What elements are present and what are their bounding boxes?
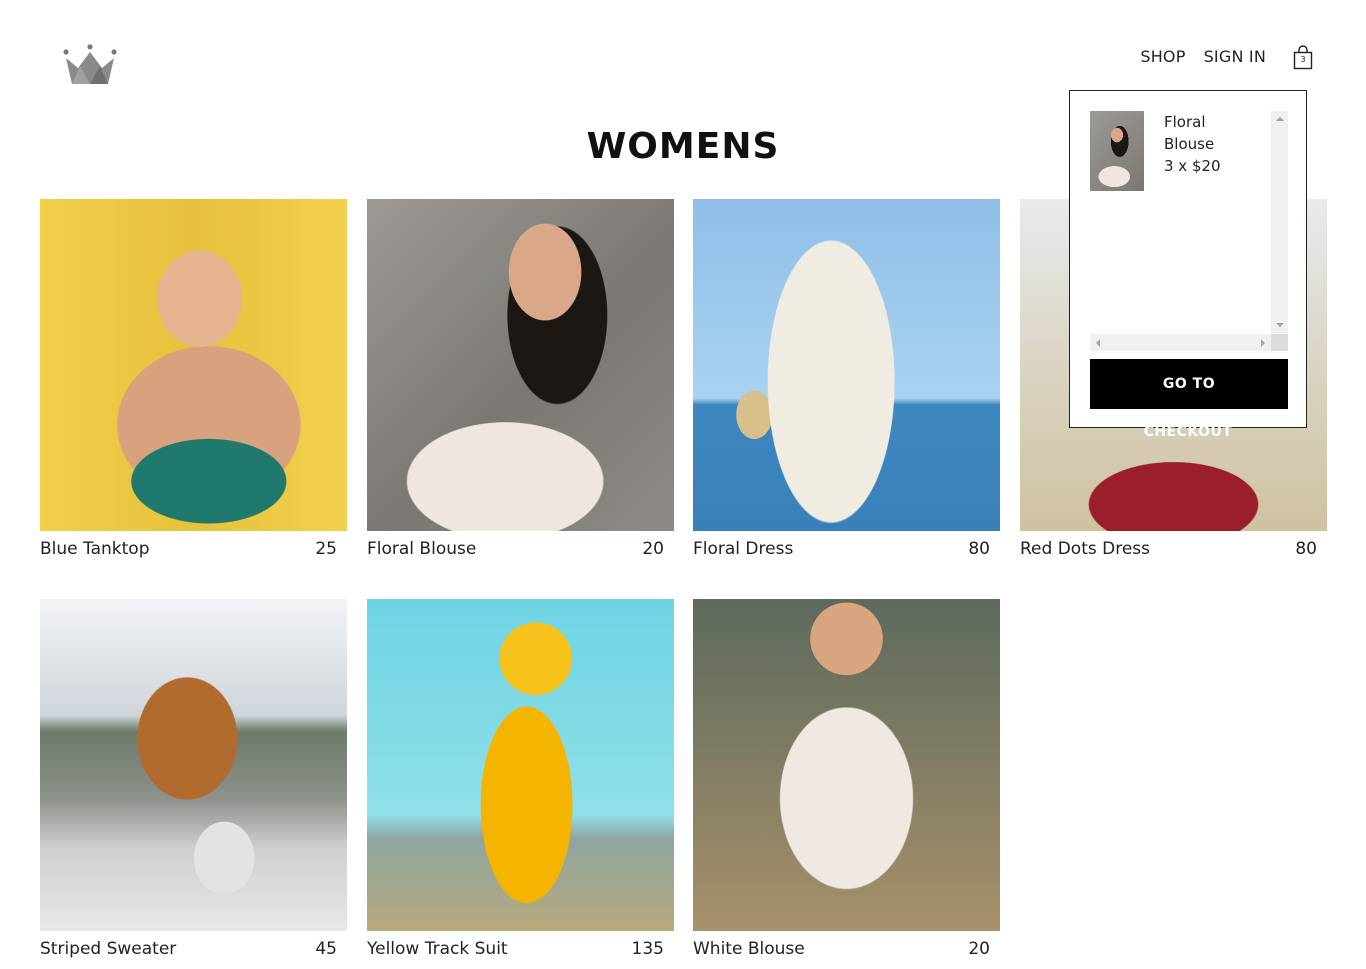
product-info: Blue Tanktop 25: [40, 538, 347, 560]
product-price: 20: [968, 939, 990, 959]
product-card[interactable]: White Blouse 20: [693, 599, 1000, 960]
product-name: Floral Blouse: [367, 539, 477, 559]
product-image[interactable]: [367, 599, 674, 931]
product-image[interactable]: [40, 199, 347, 531]
product-image[interactable]: [367, 199, 674, 531]
nav-sign-in-link[interactable]: SIGN IN: [1204, 46, 1266, 68]
product-image[interactable]: [40, 599, 347, 931]
vertical-scrollbar[interactable]: [1271, 111, 1288, 333]
product-card[interactable]: Blue Tanktop 25: [40, 199, 347, 560]
product-name: Floral Dress: [693, 539, 794, 559]
checkout-button-overflow-text: CHECKOUT: [1143, 424, 1233, 440]
product-price: 25: [315, 539, 337, 559]
crown-logo-icon[interactable]: [62, 44, 118, 86]
cart-count-badge: 3: [1300, 55, 1306, 64]
product-name: Red Dots Dress: [1020, 539, 1150, 559]
scrollbar-corner: [1271, 334, 1288, 351]
product-card[interactable]: Floral Dress 80: [693, 199, 1000, 560]
product-name: Striped Sweater: [40, 939, 177, 959]
scroll-down-icon[interactable]: [1276, 323, 1284, 327]
product-info: White Blouse 20: [693, 938, 1000, 960]
main-nav: SHOP SIGN IN 3: [1122, 44, 1314, 70]
scroll-left-icon[interactable]: [1096, 339, 1100, 347]
product-image[interactable]: [693, 199, 1000, 531]
cart-item: Floral Blouse 3 x $20: [1090, 111, 1288, 191]
cart-item-quantity-price: 3 x $20: [1164, 157, 1221, 175]
product-card[interactable]: Yellow Track Suit 135: [367, 599, 674, 960]
product-image[interactable]: [693, 599, 1000, 931]
cart-item-name: Floral Blouse: [1164, 113, 1215, 153]
product-info: Floral Blouse 20: [367, 538, 674, 560]
product-info: Striped Sweater 45: [40, 938, 347, 960]
product-price: 20: [642, 539, 664, 559]
cart-item-image: [1090, 111, 1144, 191]
cart-item-details: Floral Blouse 3 x $20: [1164, 111, 1254, 191]
scroll-right-icon[interactable]: [1261, 339, 1265, 347]
cart-dropdown: Floral Blouse 3 x $20 GO TO: [1069, 90, 1307, 428]
product-info: Floral Dress 80: [693, 538, 1000, 560]
product-price: 135: [631, 939, 664, 959]
product-card[interactable]: Floral Blouse 20: [367, 199, 674, 560]
product-price: 80: [968, 539, 990, 559]
horizontal-scrollbar[interactable]: [1090, 334, 1271, 351]
scroll-up-icon[interactable]: [1276, 117, 1284, 121]
product-name: White Blouse: [693, 939, 805, 959]
shopping-bag-icon[interactable]: 3: [1292, 44, 1314, 70]
go-to-checkout-button[interactable]: GO TO: [1090, 359, 1288, 409]
cart-items-list[interactable]: Floral Blouse 3 x $20: [1090, 111, 1288, 351]
product-price: 80: [1295, 539, 1317, 559]
product-name: Yellow Track Suit: [367, 939, 508, 959]
product-name: Blue Tanktop: [40, 539, 150, 559]
product-info: Yellow Track Suit 135: [367, 938, 674, 960]
nav-shop-link[interactable]: SHOP: [1140, 46, 1185, 68]
product-price: 45: [315, 939, 337, 959]
product-card[interactable]: Striped Sweater 45: [40, 599, 347, 960]
product-info: Red Dots Dress 80: [1020, 538, 1327, 560]
